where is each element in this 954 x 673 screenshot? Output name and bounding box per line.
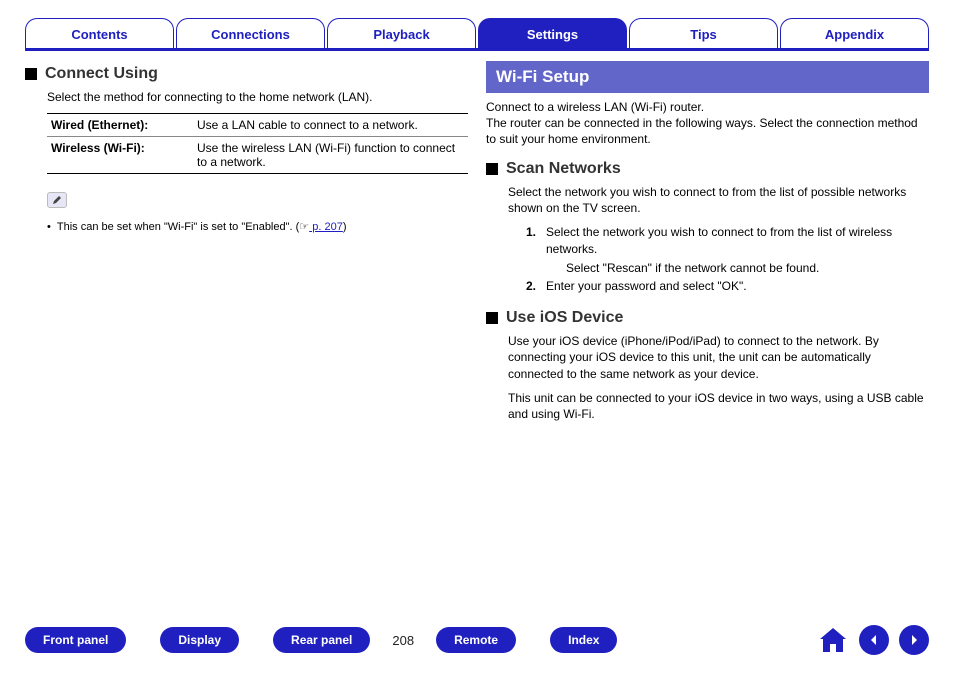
note-pre: This can be set when "Wi-Fi" is set to "… <box>57 221 299 233</box>
heading-use-ios: Use iOS Device <box>486 309 929 327</box>
nav-icons <box>817 625 929 655</box>
tab-appendix[interactable]: Appendix <box>780 18 929 48</box>
row-key: Wired (Ethernet): <box>47 118 197 132</box>
step-number: 2. <box>526 278 540 295</box>
display-button[interactable]: Display <box>160 627 239 653</box>
table-row: Wireless (Wi-Fi): Use the wireless LAN (… <box>47 137 468 173</box>
next-arrow-icon[interactable] <box>899 625 929 655</box>
note-section <box>47 192 468 214</box>
scan-steps: 1. Select the network you wish to connec… <box>526 224 929 295</box>
heading-scan-networks: Scan Networks <box>486 160 929 178</box>
connect-using-intro: Select the method for connecting to the … <box>47 89 468 105</box>
step-sub: Select "Rescan" if the network cannot be… <box>566 260 929 277</box>
footer-right-group: Remote Index <box>436 627 617 653</box>
wifi-intro-line1: Connect to a wireless LAN (Wi-Fi) router… <box>486 100 704 114</box>
row-key: Wireless (Wi-Fi): <box>47 141 197 169</box>
list-item: 2. Enter your password and select "OK". <box>526 278 929 295</box>
note-bullet: • This can be set when "Wi-Fi" is set to… <box>47 220 468 235</box>
wifi-intro: Connect to a wireless LAN (Wi-Fi) router… <box>486 99 929 148</box>
footer-bar: Front panel Display Rear panel 208 Remot… <box>0 625 954 655</box>
ios-p1: Use your iOS device (iPhone/iPod/iPad) t… <box>508 333 929 382</box>
ios-p2: This unit can be connected to your iOS d… <box>508 390 929 422</box>
heading-text: Scan Networks <box>506 160 621 178</box>
page-link[interactable]: p. 207 <box>309 221 343 233</box>
pointer-icon: ☞ <box>299 221 309 233</box>
heading-text: Use iOS Device <box>506 309 623 327</box>
square-bullet-icon <box>486 312 498 324</box>
step-number: 1. <box>526 224 540 276</box>
page-number: 208 <box>370 633 436 648</box>
row-value: Use the wireless LAN (Wi-Fi) function to… <box>197 141 468 169</box>
home-icon[interactable] <box>817 625 849 655</box>
square-bullet-icon <box>486 163 498 175</box>
connect-using-table: Wired (Ethernet): Use a LAN cable to con… <box>47 113 468 174</box>
wifi-setup-banner: Wi-Fi Setup <box>486 61 929 93</box>
bullet-dot: • <box>47 220 51 235</box>
front-panel-button[interactable]: Front panel <box>25 627 126 653</box>
right-column: Wi-Fi Setup Connect to a wireless LAN (W… <box>486 61 929 430</box>
note-post: ) <box>343 221 347 233</box>
tab-settings[interactable]: Settings <box>478 18 627 48</box>
note-text: This can be set when "Wi-Fi" is set to "… <box>57 220 347 235</box>
step-text: Select the network you wish to connect t… <box>546 224 929 276</box>
pencil-icon <box>47 192 67 208</box>
square-bullet-icon <box>25 68 37 80</box>
remote-button[interactable]: Remote <box>436 627 516 653</box>
rear-panel-button[interactable]: Rear panel <box>273 627 370 653</box>
heading-connect-using: Connect Using <box>25 65 468 83</box>
left-column: Connect Using Select the method for conn… <box>25 61 468 430</box>
footer-left-group: Front panel Display Rear panel <box>25 627 370 653</box>
top-tabs: Contents Connections Playback Settings T… <box>25 18 929 51</box>
wifi-intro-line2: The router can be connected in the follo… <box>486 116 918 146</box>
index-button[interactable]: Index <box>550 627 617 653</box>
step-main: Select the network you wish to connect t… <box>546 225 892 256</box>
tab-playback[interactable]: Playback <box>327 18 476 48</box>
list-item: 1. Select the network you wish to connec… <box>526 224 929 276</box>
tab-contents[interactable]: Contents <box>25 18 174 48</box>
row-value: Use a LAN cable to connect to a network. <box>197 118 468 132</box>
tab-connections[interactable]: Connections <box>176 18 325 48</box>
prev-arrow-icon[interactable] <box>859 625 889 655</box>
step-text: Enter your password and select "OK". <box>546 278 747 295</box>
table-row: Wired (Ethernet): Use a LAN cable to con… <box>47 114 468 137</box>
tab-tips[interactable]: Tips <box>629 18 778 48</box>
heading-text: Connect Using <box>45 65 158 83</box>
scan-desc: Select the network you wish to connect t… <box>508 184 929 216</box>
